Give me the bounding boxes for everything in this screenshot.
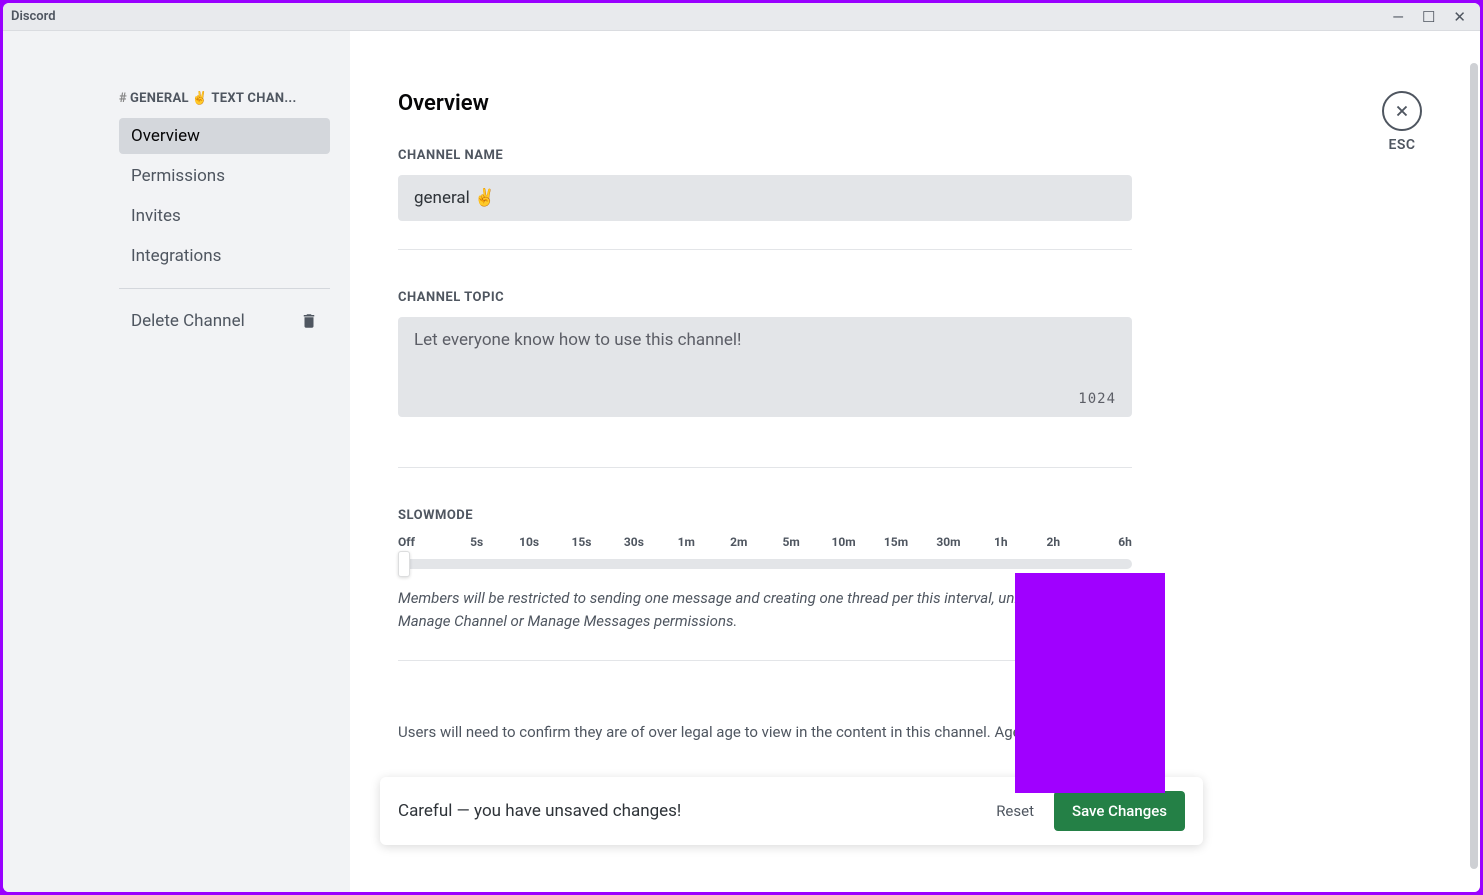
delete-channel-button[interactable]: Delete Channel — [119, 303, 330, 339]
close-button[interactable] — [1382, 91, 1422, 131]
slowmode-label: SLOWMODE — [398, 508, 1132, 523]
tick-label: Off — [398, 535, 450, 549]
close-area: ESC — [1382, 91, 1422, 153]
sidebar-item-label: Permissions — [131, 166, 225, 186]
divider — [398, 249, 1132, 250]
slider-thumb[interactable] — [398, 551, 410, 577]
delete-channel-label: Delete Channel — [131, 311, 245, 331]
window-controls: — ☐ ✕ — [1392, 8, 1472, 26]
tick-label: 5s — [450, 535, 502, 549]
save-changes-button[interactable]: Save Changes — [1054, 791, 1185, 831]
tick-label: 30s — [608, 535, 660, 549]
title-bar: Discord — ☐ ✕ — [3, 3, 1480, 31]
unsaved-message: Careful — you have unsaved changes! — [398, 801, 681, 821]
sidebar-header-suffix: TEXT CHAN... — [211, 91, 296, 106]
char-count: 1024 — [1078, 391, 1116, 407]
tick-label: 5m — [765, 535, 817, 549]
reset-button[interactable]: Reset — [996, 802, 1034, 820]
age-restricted-desc: Users will need to confirm they are of o… — [398, 721, 1132, 744]
sidebar-header-channel: GENERAL — [130, 91, 189, 106]
sidebar-item-permissions[interactable]: Permissions — [119, 158, 330, 194]
window-frame: Discord — ☐ ✕ # GENERAL ✌ TEXT CHAN... O… — [3, 3, 1480, 892]
window-title: Discord — [11, 9, 56, 24]
sidebar-item-overview[interactable]: Overview — [119, 118, 330, 154]
sidebar-header: # GENERAL ✌ TEXT CHAN... — [119, 91, 330, 106]
content: ESC Overview CHANNEL NAME CHANNEL TOPIC … — [350, 31, 1480, 892]
divider — [398, 467, 1132, 468]
channel-topic-input[interactable] — [398, 317, 1132, 417]
peace-icon: ✌ — [192, 91, 209, 106]
sidebar-item-label: Invites — [131, 206, 181, 226]
close-window-icon[interactable]: ✕ — [1453, 8, 1466, 26]
app-body: # GENERAL ✌ TEXT CHAN... Overview Permis… — [3, 31, 1480, 892]
sidebar-item-integrations[interactable]: Integrations — [119, 238, 330, 274]
divider — [398, 660, 1132, 661]
channel-topic-label: CHANNEL TOPIC — [398, 290, 1132, 305]
minimize-icon[interactable]: — — [1392, 8, 1404, 26]
tick-label: 1m — [660, 535, 712, 549]
close-icon — [1393, 102, 1411, 120]
channel-name-input[interactable] — [398, 175, 1132, 221]
divider — [119, 288, 330, 289]
tick-label: 30m — [922, 535, 974, 549]
slowmode-slider[interactable] — [398, 559, 1132, 569]
sidebar: # GENERAL ✌ TEXT CHAN... Overview Permis… — [3, 31, 350, 892]
slowmode-ticks: Off 5s 10s 15s 30s 1m 2m 5m 10m 15m 30m … — [398, 535, 1132, 549]
hash-icon: # — [119, 91, 127, 106]
tick-label: 15m — [870, 535, 922, 549]
tick-label: 10s — [503, 535, 555, 549]
maximize-icon[interactable]: ☐ — [1422, 8, 1435, 26]
sidebar-item-invites[interactable]: Invites — [119, 198, 330, 234]
unsaved-changes-bar: Careful — you have unsaved changes! Rese… — [380, 777, 1203, 845]
tick-label: 2m — [713, 535, 765, 549]
content-inner: Overview CHANNEL NAME CHANNEL TOPIC 1024… — [350, 31, 1180, 864]
sidebar-item-label: Integrations — [131, 246, 221, 266]
sidebar-item-label: Overview — [131, 126, 200, 146]
page-title: Overview — [398, 91, 1132, 116]
trash-icon — [300, 312, 318, 330]
close-label: ESC — [1382, 137, 1422, 153]
tick-label: 6h — [1079, 535, 1131, 549]
slowmode-help: Members will be restricted to sending on… — [398, 587, 1132, 632]
tick-label: 15s — [555, 535, 607, 549]
channel-name-label: CHANNEL NAME — [398, 148, 1132, 163]
tick-label: 2h — [1027, 535, 1079, 549]
tick-label: 10m — [817, 535, 869, 549]
tick-label: 1h — [975, 535, 1027, 549]
scrollbar[interactable] — [1470, 63, 1478, 869]
